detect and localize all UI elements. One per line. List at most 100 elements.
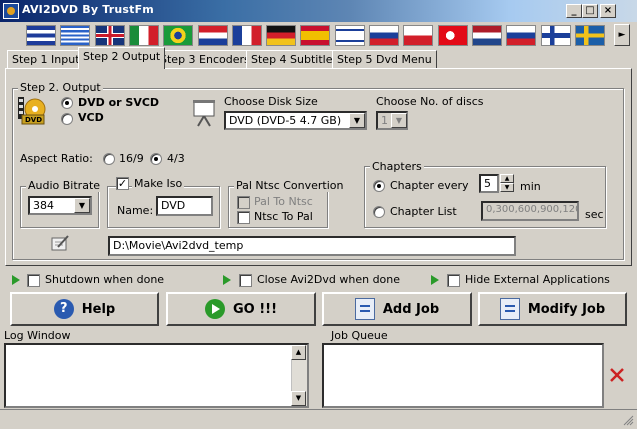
pal-to-ntsc-label: Pal To Ntsc [254,195,313,208]
go-button[interactable]: GO !!! [166,292,316,326]
aspect-ratio-label: Aspect Ratio: [20,152,93,165]
flag-croatia-icon[interactable] [198,25,228,46]
aspect-16-9-label: 16/9 [119,152,144,165]
pal-ntsc-label: Pal Ntsc Convertion [234,179,346,192]
ntsc-to-pal-label: Ntsc To Pal [254,210,313,223]
audio-bitrate-value: 384 [33,199,54,212]
minimize-button[interactable]: _ [566,4,582,18]
make-iso-label: Make Iso [132,177,185,190]
output-group-label: Step 2. Output [18,81,103,94]
iso-name-label: Name: [117,204,154,217]
flag-france-icon[interactable] [232,25,262,46]
flag-russia-icon[interactable] [369,25,399,46]
flag-israel-icon[interactable] [335,25,365,46]
ntsc-to-pal-checkbox[interactable] [237,211,250,224]
tab-step4-subtitles[interactable]: Step 4 Subtitles [246,50,344,69]
flag-turkey-icon[interactable] [438,25,468,46]
flag-uk-icon[interactable] [95,25,125,46]
chapter-list-radio[interactable] [373,206,385,218]
discs-value: 1 [381,114,388,127]
shutdown-label: Shutdown when done [45,273,165,286]
help-button-label: Help [81,301,116,317]
flag-spain-icon[interactable] [300,25,330,46]
log-scroll-down-button[interactable]: ▼ [291,391,306,406]
flags-scroll-right-button[interactable]: ► [614,24,630,46]
chapter-every-radio[interactable] [373,180,385,192]
pal-to-ntsc-checkbox[interactable] [237,196,250,209]
hide-external-checkbox[interactable] [447,274,460,287]
log-window-textarea[interactable] [4,343,309,408]
chapter-every-min-label: min [520,180,541,193]
close-button[interactable]: × [600,4,616,18]
help-icon: ? [53,299,74,319]
disk-size-select[interactable]: DVD (DVD-5 4.7 GB) [224,111,367,130]
modify-job-button[interactable]: Modify Job [478,292,627,326]
help-button[interactable]: ? Help [10,292,159,326]
dvd-disc-icon: DVD [18,97,46,125]
job-queue-list[interactable] [322,343,604,408]
chapter-list-label: Chapter List [390,205,457,218]
tab-step1-input[interactable]: Step 1 Input [7,50,85,69]
delete-job-icon[interactable] [609,367,625,383]
flag-greece-icon[interactable] [60,25,90,46]
vcd-radio[interactable] [61,113,73,125]
shutdown-checkbox[interactable] [27,274,40,287]
chapter-every-spin-up[interactable]: ▲ [500,174,514,183]
projector-screen-icon [192,100,216,128]
window-title: AVI2DVD By TrustFm [22,3,154,16]
chapter-every-value: 5 [484,177,491,190]
tab-step3-encoders[interactable]: Step 3 Encoders [155,50,255,69]
aspect-4-3-radio[interactable] [150,153,162,165]
flag-slovakia-icon[interactable] [506,25,536,46]
chapter-every-spin-down[interactable]: ▼ [500,183,514,192]
chapter-list-input[interactable]: 0,300,600,900,120 [481,201,579,221]
make-iso-checkbox[interactable]: ✓ [116,177,129,190]
flag-sweden-icon[interactable] [575,25,605,46]
log-window-label: Log Window [4,329,71,342]
modify-job-button-label: Modify Job [527,301,606,317]
chapters-label: Chapters [370,160,424,173]
go-play-icon [204,299,225,319]
flag-brazil-icon[interactable] [163,25,193,46]
edit-folder-icon[interactable] [50,234,70,252]
dvd-svcd-label: DVD or SVCD [78,96,160,109]
go-button-label: GO !!! [232,301,278,317]
modify-job-icon [499,298,520,320]
chapter-list-value: 0,300,600,900,120 [486,204,579,215]
disk-size-value: DVD (DVD-5 4.7 GB) [229,114,342,127]
audio-bitrate-dropdown-arrow[interactable]: ▼ [74,198,90,213]
log-scroll-up-button[interactable]: ▲ [291,345,306,360]
flag-finland-icon[interactable] [541,25,571,46]
close-app-label: Close Avi2Dvd when done [257,273,401,286]
add-job-button[interactable]: Add Job [322,292,472,326]
disk-size-label: Choose Disk Size [224,95,318,108]
svg-text:DVD: DVD [25,116,42,124]
temp-folder-value: D:\Movie\Avi2dvd_temp [113,239,244,252]
disk-size-dropdown-arrow[interactable]: ▼ [349,113,365,128]
hide-external-label: Hide External Applications [465,273,610,286]
flag-germany-icon[interactable] [266,25,296,46]
chapter-every-input[interactable]: 5 [479,174,499,193]
dvd-svcd-radio[interactable] [61,97,73,109]
close-app-arrow-icon [223,275,231,285]
tab-step5-dvd-menu[interactable]: Step 5 Dvd Menu [332,50,437,69]
flag-italy-icon[interactable] [129,25,159,46]
flag-poland-icon[interactable] [403,25,433,46]
shutdown-arrow-icon [12,275,20,285]
tab-step2-output[interactable]: Step 2 Output [78,47,166,69]
flag-cuba-icon[interactable] [26,25,56,46]
chapter-every-label: Chapter every [390,179,469,192]
resize-grip-icon[interactable] [622,414,634,426]
add-job-icon [354,298,375,320]
discs-dropdown-arrow[interactable]: ▼ [391,113,407,128]
add-job-button-label: Add Job [382,301,440,317]
aspect-16-9-radio[interactable] [103,153,115,165]
close-app-checkbox[interactable] [239,274,252,287]
app-icon [3,3,19,19]
status-bar [0,409,637,429]
iso-name-value: DVD [161,199,186,212]
temp-folder-input[interactable]: D:\Movie\Avi2dvd_temp [108,236,516,256]
maximize-button[interactable]: □ [582,4,598,18]
iso-name-input[interactable]: DVD [156,196,213,216]
flag-netherlands-icon[interactable] [472,25,502,46]
